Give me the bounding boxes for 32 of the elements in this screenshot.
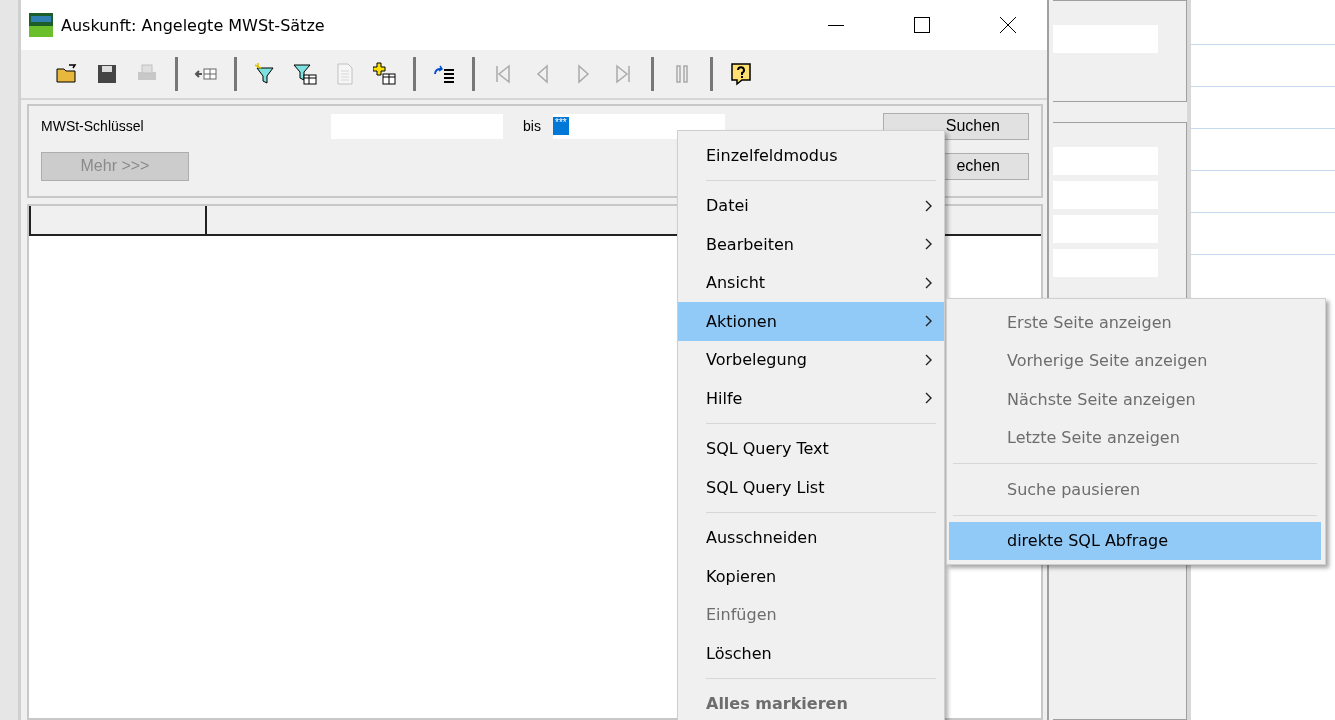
menu-item[interactable]: Datei xyxy=(678,186,944,225)
close-icon xyxy=(1000,17,1016,33)
menu-item[interactable]: Ansicht xyxy=(678,263,944,302)
chevron-right-icon xyxy=(924,391,934,406)
menu-item[interactable]: Vorbelegung xyxy=(678,340,944,379)
window-title: Auskunft: Angelegte MWSt-Sätze xyxy=(61,15,326,35)
save-icon xyxy=(95,62,119,86)
chevron-right-icon xyxy=(924,314,934,329)
maximize-icon xyxy=(914,17,930,33)
menu-item[interactable]: SQL Query List xyxy=(678,468,944,507)
to-field[interactable]: *** xyxy=(553,113,725,139)
range-label: bis xyxy=(522,118,542,134)
chevron-right-icon xyxy=(924,198,934,213)
field-label: MWSt-Schlüssel xyxy=(41,118,145,134)
chevron-right-icon xyxy=(924,237,934,252)
filter-icon xyxy=(253,62,277,86)
menu-item[interactable]: Kopieren xyxy=(678,557,944,596)
menu-item[interactable]: Bearbeiten xyxy=(678,225,944,264)
chevron-right-icon xyxy=(924,275,934,290)
menu-item[interactable]: Hilfe xyxy=(678,379,944,418)
filter-icon xyxy=(293,62,317,86)
folder-icon xyxy=(55,62,79,86)
add-table-icon xyxy=(373,62,397,86)
menu-item[interactable]: direkte SQL Abfrage xyxy=(949,521,1321,560)
menu-item[interactable]: Löschen xyxy=(678,634,944,673)
menu-item[interactable]: Aktionen xyxy=(678,302,944,341)
minimize-icon xyxy=(828,24,844,26)
menu-item[interactable]: Ausschneiden xyxy=(678,518,944,557)
menu-item[interactable]: SQL Query Text xyxy=(678,429,944,468)
chevron-right-icon xyxy=(924,352,934,367)
help-icon xyxy=(729,62,753,86)
app-logo-icon xyxy=(29,13,53,37)
